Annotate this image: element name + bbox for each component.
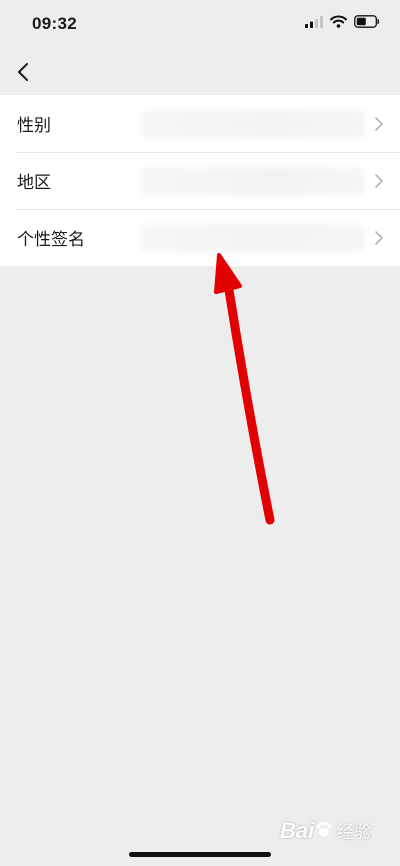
- nav-bar: [0, 50, 400, 94]
- watermark-brand: Bai: [280, 818, 315, 843]
- wifi-icon: [330, 15, 347, 28]
- list-item-signature[interactable]: 个性签名: [0, 209, 400, 266]
- back-button[interactable]: [8, 56, 38, 88]
- list-item-label: 个性签名: [17, 230, 85, 250]
- chevron-right-icon: [374, 173, 384, 189]
- paw-icon: [316, 821, 332, 837]
- settings-list: 性别 地区 个性签名: [0, 95, 400, 266]
- chevron-right-icon: [374, 230, 384, 246]
- blurred-value: [140, 109, 365, 138]
- list-item-label: 性别: [17, 116, 51, 136]
- battery-icon: [354, 15, 380, 28]
- watermark: Bai 经验: [280, 818, 372, 844]
- list-item-label: 地区: [17, 173, 51, 193]
- signal-icon: [305, 15, 323, 28]
- list-item-region[interactable]: 地区: [0, 152, 400, 209]
- status-time: 09:32: [32, 14, 77, 33]
- blurred-value: [140, 166, 365, 195]
- blurred-value: [140, 223, 365, 252]
- watermark-sub: 经验: [336, 822, 373, 842]
- chevron-right-icon: [374, 116, 384, 132]
- status-icons: [305, 15, 380, 28]
- status-bar: 09:32: [0, 0, 400, 50]
- list-item-gender[interactable]: 性别: [0, 95, 400, 152]
- chevron-left-icon: [18, 63, 28, 81]
- home-indicator[interactable]: [129, 852, 271, 857]
